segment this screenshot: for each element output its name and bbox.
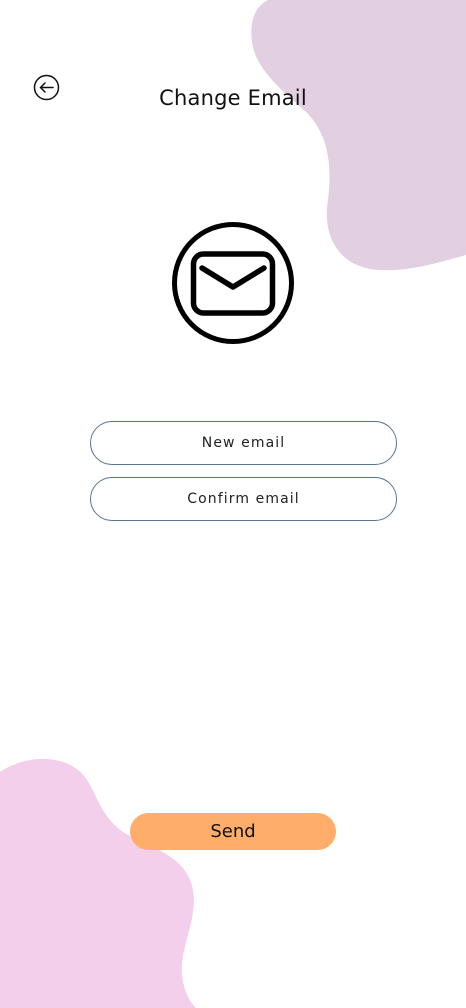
envelope-circle-icon [172,222,294,344]
confirm-email-input[interactable] [90,477,397,521]
change-email-screen: Change Email Send [0,0,466,1008]
new-email-input[interactable] [90,421,397,465]
send-button[interactable]: Send [130,813,336,850]
page-title: Change Email [159,86,307,110]
